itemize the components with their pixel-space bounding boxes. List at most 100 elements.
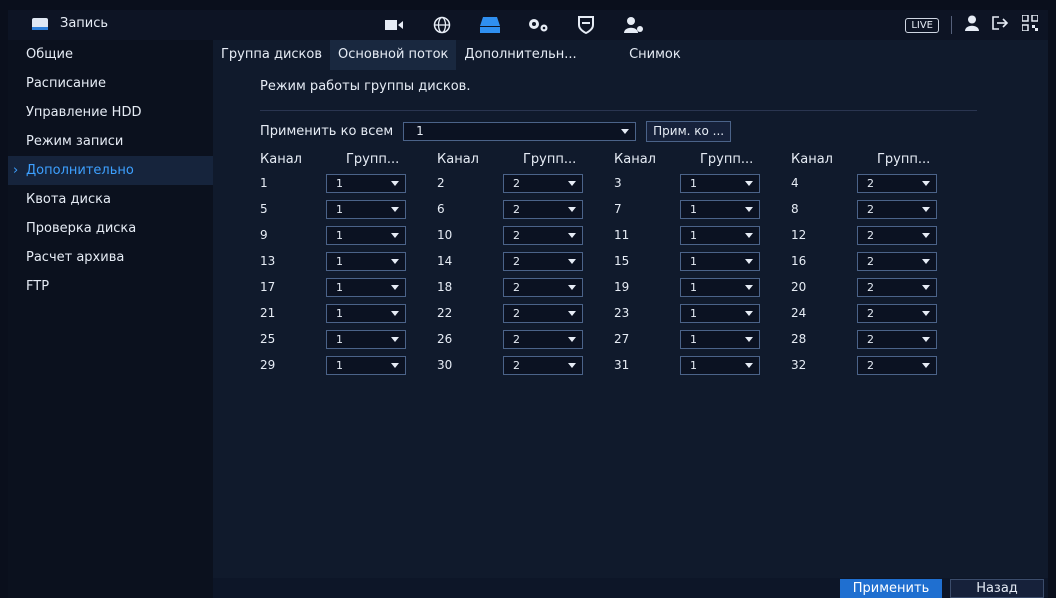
disk-group-select[interactable]: 1 [326,329,406,349]
chevron-down-icon [568,258,576,264]
disk-group-select[interactable]: 2 [857,251,937,271]
camera-icon[interactable] [370,10,418,40]
disk-group-value: 1 [690,358,697,372]
group-cell: 2 [503,251,614,271]
chevron-down-icon [568,362,576,368]
disk-group-select[interactable]: 2 [503,329,583,349]
group-cell: 2 [857,251,968,271]
sidebar-item-hdd-management[interactable]: Управление HDD [8,98,213,127]
sidebar-item-disk-check[interactable]: Проверка диска [8,214,213,243]
disk-group-select[interactable]: 2 [503,355,583,375]
group-cell: 1 [326,303,437,323]
sidebar-item-archive-calc[interactable]: Расчет архива [8,243,213,272]
group-cell: 1 [680,329,791,349]
group-cell: 1 [680,251,791,271]
disk-group-value: 1 [336,254,343,268]
tab-disk-group[interactable]: Группа дисков [213,40,330,70]
apply-all-row: Применить ко всем 1 Прим. ко ... [260,121,732,142]
back-button[interactable]: Назад [950,579,1044,598]
sidebar-item-record-mode[interactable]: Режим записи [8,127,213,156]
channel-number: 21 [260,306,276,320]
disk-group-select[interactable]: 1 [680,303,760,323]
disk-group-value: 1 [336,202,343,216]
chevron-down-icon [568,310,576,316]
channel-number: 32 [791,358,807,372]
group-cell: 2 [857,277,968,297]
disk-group-select[interactable]: 1 [326,277,406,297]
chevron-down-icon [745,258,753,264]
disk-group-value: 2 [513,306,520,320]
network-icon[interactable] [418,10,466,40]
chevron-down-icon [391,180,399,186]
tab-main-stream[interactable]: Основной поток [330,40,457,70]
disk-group-select[interactable]: 1 [680,355,760,375]
disk-group-select[interactable]: 2 [857,173,937,193]
table-row: 1 1 2 2 3 1 4 2 [260,170,968,196]
column-header-group: Групп... [700,151,754,167]
disk-group-select[interactable]: 1 [680,173,760,193]
sidebar-item-general[interactable]: Общие [8,40,213,69]
tab-snapshot[interactable]: Снимок [600,40,709,70]
sidebar-item-schedule[interactable]: Расписание [8,69,213,98]
tab-sub-stream[interactable]: Дополнительн... [456,40,600,70]
disk-group-select[interactable]: 2 [857,225,937,245]
chevron-down-icon [745,206,753,212]
logout-icon[interactable] [992,16,1010,34]
disk-group-select[interactable]: 2 [857,303,937,323]
group-cell: 1 [326,251,437,271]
storage-icon [32,17,48,30]
disk-group-select[interactable]: 1 [326,199,406,219]
qr-code-icon[interactable] [1021,14,1039,35]
disk-group-value: 2 [867,280,874,294]
table-header: Канал Групп... Канал Групп... Канал Груп… [260,148,968,170]
disk-group-select[interactable]: 2 [503,251,583,271]
disk-group-value: 1 [336,280,343,294]
live-button[interactable]: LIVE [905,17,939,33]
disk-group-select[interactable]: 2 [503,173,583,193]
table-row: 29 1 30 2 31 1 32 2 [260,352,968,378]
system-icon[interactable] [514,10,562,40]
sidebar-item-advanced[interactable]: Дополнительно [8,156,213,185]
disk-group-select[interactable]: 2 [503,225,583,245]
disk-group-select[interactable]: 2 [857,329,937,349]
group-cell: 2 [503,173,614,193]
disk-group-select[interactable]: 1 [680,251,760,271]
chevron-down-icon [391,310,399,316]
disk-group-select[interactable]: 1 [680,329,760,349]
channel-number: 24 [791,306,807,320]
disk-group-select[interactable]: 2 [857,355,937,375]
disk-group-value: 1 [690,254,697,268]
sidebar-item-ftp[interactable]: FTP [8,272,213,301]
disk-group-select[interactable]: 1 [326,225,406,245]
table-row: 25 1 26 2 27 1 28 2 [260,326,968,352]
disk-group-select[interactable]: 2 [503,199,583,219]
apply-button[interactable]: Применить [840,579,942,598]
disk-group-value: 1 [690,202,697,216]
group-cell: 1 [680,277,791,297]
sidebar-item-disk-quota[interactable]: Квота диска [8,185,213,214]
channel-number: 26 [437,332,453,346]
disk-group-select[interactable]: 2 [857,199,937,219]
channel-number: 10 [437,228,453,242]
disk-group-select[interactable]: 1 [326,355,406,375]
disk-group-value: 2 [513,358,520,372]
disk-group-select[interactable]: 2 [857,277,937,297]
disk-group-select[interactable]: 1 [680,277,760,297]
chevron-down-icon [391,258,399,264]
security-icon[interactable] [562,10,610,40]
user-icon[interactable] [964,15,980,35]
apply-copy-button[interactable]: Прим. ко ... [646,121,732,142]
chevron-down-icon [391,206,399,212]
disk-group-select[interactable]: 2 [503,303,583,323]
disk-group-select[interactable]: 1 [326,173,406,193]
disk-group-select[interactable]: 1 [326,303,406,323]
account-icon[interactable] [610,10,658,40]
disk-group-select[interactable]: 1 [326,251,406,271]
apply-all-select[interactable]: 1 [403,122,637,141]
disk-group-select[interactable]: 2 [503,277,583,297]
chevron-down-icon [922,180,930,186]
disk-group-select[interactable]: 1 [680,199,760,219]
disk-group-select[interactable]: 1 [680,225,760,245]
disk-group-value: 2 [867,228,874,242]
storage-icon[interactable] [466,10,514,40]
